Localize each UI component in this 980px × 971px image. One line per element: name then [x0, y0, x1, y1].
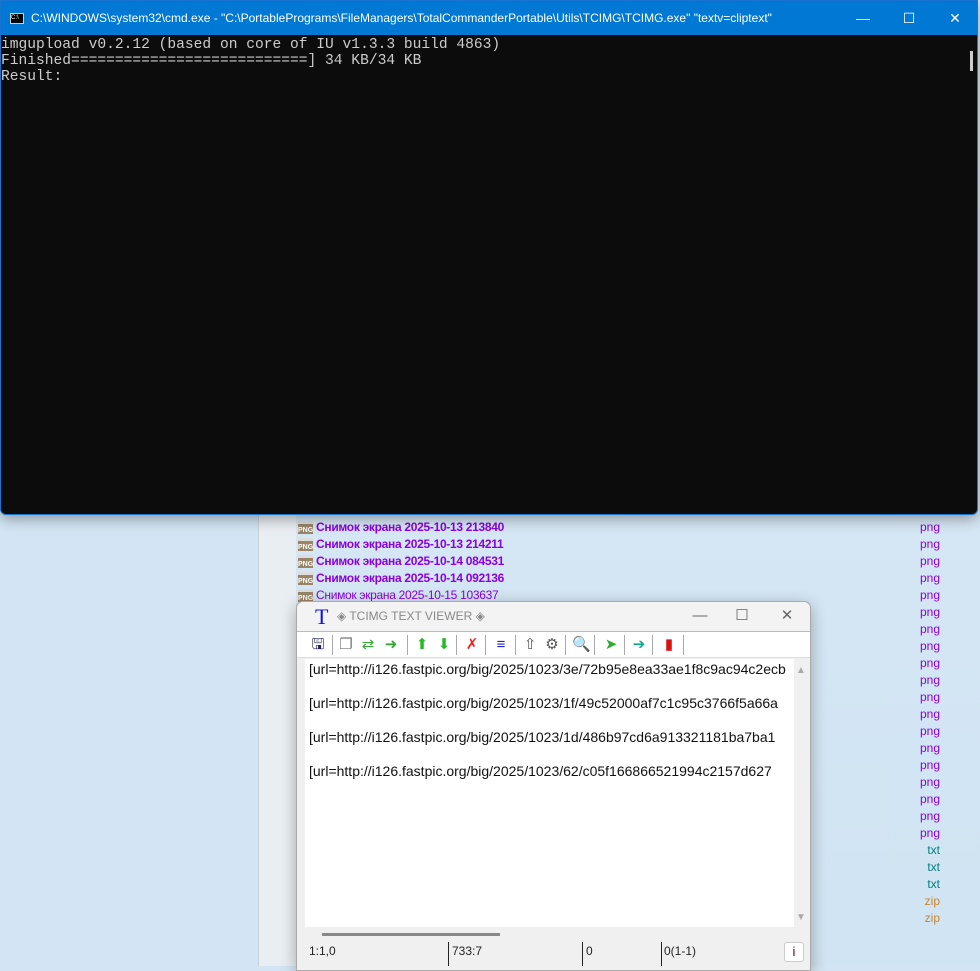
- text-viewer-icon: T: [315, 604, 329, 629]
- maximize-button[interactable]: ☐: [886, 1, 932, 35]
- cursor-position: 1:1,0: [309, 944, 336, 958]
- file-ext: zip: [924, 894, 940, 908]
- paste-replace-icon[interactable]: ⇄: [359, 635, 377, 655]
- file-ext: png: [919, 809, 940, 823]
- file-name: Снимок экрана 2025-10-13 214211: [316, 537, 504, 551]
- text-viewer-window: T ◈ TCIMG TEXT VIEWER ◈ — ☐ ✕ 🖫 ❐ ⇄ ➜ ⬆ …: [296, 601, 811, 971]
- maximize-button[interactable]: ☐: [719, 602, 765, 632]
- file-name: Снимок экрана 2025-10-13 213840: [316, 520, 505, 534]
- text-line: [url=http://i126.fastpic.org/big/2025/10…: [309, 661, 786, 677]
- file-ext: png: [919, 792, 940, 806]
- close-button[interactable]: ✕: [932, 1, 978, 35]
- viewer-titlebar[interactable]: T ◈ TCIMG TEXT VIEWER ◈ — ☐ ✕: [297, 602, 810, 632]
- file-ext: txt: [927, 860, 940, 874]
- status-bar: 1:1,0 733:7 0 0(1-1): [297, 942, 810, 968]
- text-size: 733:7: [452, 944, 483, 958]
- file-ext: png: [919, 571, 940, 585]
- console-line: imgupload v0.2.12 (based on core of IU v…: [1, 37, 501, 53]
- copy-icon[interactable]: ❐: [337, 635, 355, 655]
- move-up-icon[interactable]: ⬆: [413, 635, 431, 655]
- settings-icon[interactable]: ⚙: [543, 635, 561, 655]
- sort-icon[interactable]: ≡: [492, 635, 510, 655]
- text-line: [url=http://i126.fastpic.org/big/2025/10…: [309, 695, 778, 711]
- go-icon[interactable]: ➔: [630, 635, 648, 655]
- cmd-title: C:\WINDOWS\system32\cmd.exe - "C:\Portab…: [31, 11, 772, 25]
- scroll-down-arrow-icon[interactable]: ▼: [796, 912, 806, 923]
- png-file-icon: PNG: [298, 538, 313, 551]
- viewer-toolbar: 🖫 ❐ ⇄ ➜ ⬆ ⬇ ✗ ≡ ⇧ ⚙ 🔍 ➤ ➔ ▮: [297, 632, 810, 658]
- pin-icon[interactable]: ➤: [602, 635, 620, 655]
- upload-icon[interactable]: ⇧: [521, 635, 539, 655]
- move-down-icon[interactable]: ⬇: [435, 635, 453, 655]
- file-ext: png: [919, 537, 940, 551]
- viewer-text-area[interactable]: [url=http://i126.fastpic.org/big/2025/10…: [305, 659, 795, 927]
- text-line: [url=http://i126.fastpic.org/big/2025/10…: [309, 729, 776, 745]
- paste-icon[interactable]: ➜: [382, 635, 400, 655]
- file-ext: png: [919, 758, 940, 772]
- file-ext: png: [919, 520, 940, 534]
- file-ext: png: [919, 656, 940, 670]
- file-ext: png: [919, 639, 940, 653]
- file-ext: png: [919, 707, 940, 721]
- file-row[interactable]: PNG Снимок экрана 2025-10-14 084531 png: [298, 553, 958, 570]
- scroll-up-arrow-icon[interactable]: ▲: [796, 665, 806, 676]
- png-file-icon: PNG: [298, 555, 313, 568]
- file-ext: png: [919, 826, 940, 840]
- minimize-button[interactable]: —: [840, 1, 886, 35]
- close-button[interactable]: ✕: [764, 602, 810, 632]
- file-ext: txt: [927, 877, 940, 891]
- delete-icon[interactable]: ✗: [463, 635, 481, 655]
- file-ext: png: [919, 741, 940, 755]
- file-name: Снимок экрана 2025-10-14 084531: [316, 554, 505, 568]
- cmd-icon: C:\: [10, 13, 24, 24]
- file-ext: png: [919, 588, 940, 602]
- png-file-icon: PNG: [298, 572, 313, 585]
- file-ext: png: [919, 690, 940, 704]
- file-row[interactable]: PNG Снимок экрана 2025-10-14 092136 png: [298, 570, 958, 587]
- console-output[interactable]: imgupload v0.2.12 (based on core of IU v…: [1, 35, 977, 85]
- file-ext: png: [919, 554, 940, 568]
- save-icon[interactable]: 🖫: [309, 635, 327, 655]
- file-ext: png: [919, 724, 940, 738]
- search-icon[interactable]: 🔍: [572, 635, 591, 655]
- file-ext: png: [919, 775, 940, 789]
- text-line: [url=http://i126.fastpic.org/big/2025/10…: [309, 763, 772, 779]
- file-ext: png: [919, 673, 940, 687]
- console-line: Finished===========================] 34 …: [1, 53, 422, 69]
- file-ext: png: [919, 622, 940, 636]
- png-file-icon: PNG: [298, 521, 313, 534]
- minimize-button[interactable]: —: [677, 602, 723, 632]
- horizontal-scrollbar[interactable]: [322, 933, 500, 936]
- viewer-title: ◈ TCIMG TEXT VIEWER ◈: [337, 609, 485, 623]
- info-button[interactable]: i: [784, 942, 804, 962]
- cmd-titlebar[interactable]: C:\ C:\WINDOWS\system32\cmd.exe - "C:\Po…: [1, 1, 977, 35]
- selection-count: 0: [586, 944, 593, 958]
- exit-icon[interactable]: ▮: [660, 635, 678, 655]
- console-line: Result:: [1, 69, 63, 85]
- file-ext: zip: [924, 911, 940, 925]
- line-count: 0(1-1): [664, 944, 697, 958]
- file-ext: txt: [927, 843, 940, 857]
- file-row[interactable]: PNG Снимок экрана 2025-10-13 214211 png: [298, 536, 958, 553]
- file-name: Снимок экрана 2025-10-14 092136: [316, 571, 505, 585]
- file-ext: png: [919, 605, 940, 619]
- vertical-scrollbar[interactable]: ▲ ▼: [794, 659, 808, 927]
- file-row[interactable]: PNG Снимок экрана 2025-10-13 213840 png: [298, 519, 958, 536]
- cmd-window: C:\ C:\WINDOWS\system32\cmd.exe - "C:\Po…: [0, 0, 978, 515]
- scrollbar[interactable]: [970, 51, 973, 71]
